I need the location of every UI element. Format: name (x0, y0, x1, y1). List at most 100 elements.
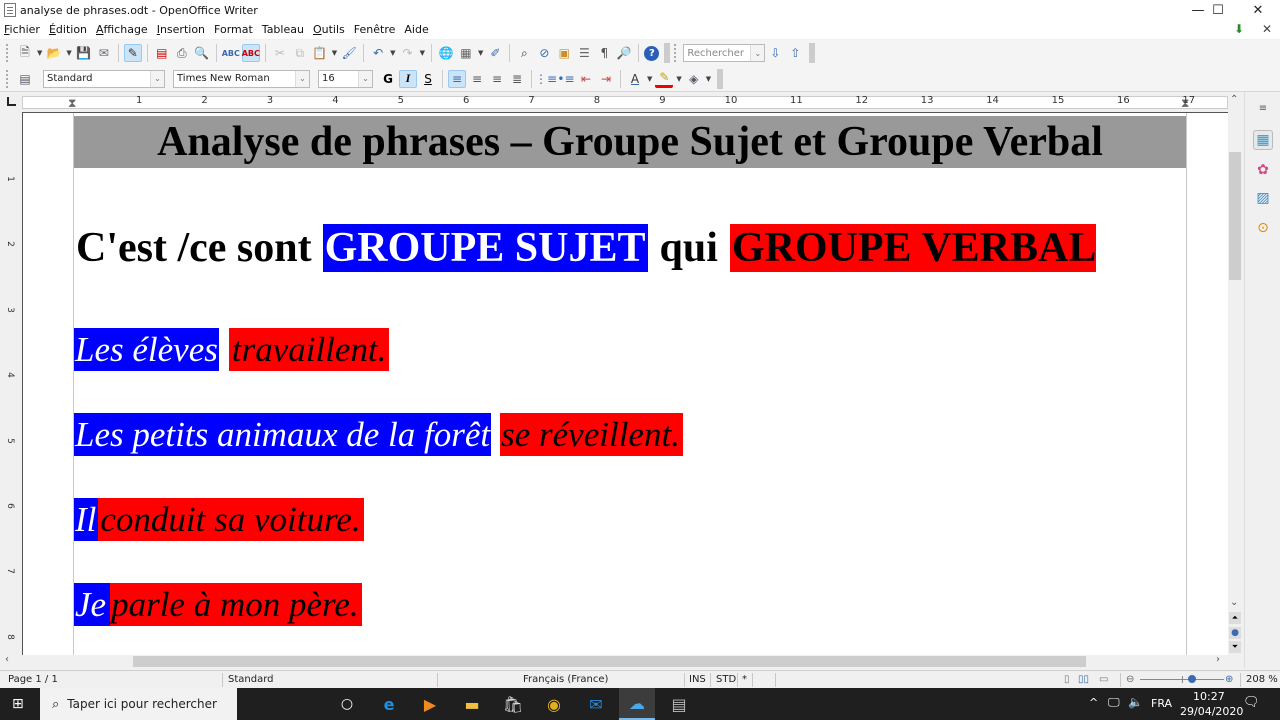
definition-line[interactable]: C'est /ce sont GROUPE SUJET qui GROUPE V… (76, 220, 1097, 276)
gallery-icon[interactable]: ▨ (1253, 188, 1273, 208)
bold-button[interactable]: G (379, 70, 397, 88)
store-icon[interactable]: 🛍 (501, 692, 525, 716)
font-size-select[interactable]: 16 ⌄ (318, 69, 373, 88)
chevron-down-icon[interactable]: ⌄ (358, 70, 372, 87)
redo-icon[interactable]: ↷ (399, 44, 417, 62)
windows-start-icon[interactable]: ⊞ (12, 696, 24, 712)
cut-icon[interactable]: ✂ (271, 44, 289, 62)
redo-dropdown-arrow[interactable]: ▼ (420, 49, 425, 57)
horizontal-scroll-thumb[interactable] (133, 656, 1086, 667)
align-right-icon[interactable]: ≡ (488, 70, 506, 88)
taskbar-search[interactable]: ⌕ Taper ici pour rechercher (40, 688, 237, 720)
sentence[interactable]: Les élèves travaillent. (74, 328, 390, 371)
scroll-down-icon[interactable]: ⌄ (1230, 597, 1238, 608)
help-icon[interactable]: ? (644, 45, 660, 61)
menu-tableau[interactable]: Tableau (262, 23, 304, 36)
mail-icon[interactable]: ✉ (584, 692, 608, 716)
page-style[interactable]: Standard (228, 674, 274, 685)
sentence[interactable]: Je parle à mon père. (74, 583, 362, 626)
undo-dropdown-arrow[interactable]: ▼ (390, 49, 395, 57)
align-center-icon[interactable]: ≡ (468, 70, 486, 88)
menu-affichage[interactable]: Affichage (96, 23, 148, 36)
page-preview-icon[interactable]: 🔍 (193, 44, 211, 62)
chrome-icon[interactable]: ◉ (542, 692, 566, 716)
file-explorer-icon[interactable]: ▬ (460, 692, 484, 716)
selection-mode[interactable]: STD (716, 674, 736, 685)
menu-outils[interactable]: Outils (313, 23, 345, 36)
horizontal-scrollbar[interactable]: ‹ › (0, 654, 1244, 668)
sentence[interactable]: Il conduit sa voiture. (74, 498, 364, 541)
spellcheck-icon[interactable]: ABC (222, 44, 240, 62)
zoom-slider-knob[interactable] (1188, 675, 1197, 683)
toolbar-overflow[interactable] (664, 43, 671, 63)
background-color-icon[interactable]: ◈ (685, 70, 703, 88)
scroll-right-icon[interactable]: › (1216, 654, 1220, 665)
properties-icon[interactable]: ▦ (1253, 130, 1273, 150)
find-replace-icon[interactable]: ⌕ (515, 44, 533, 62)
document-canvas[interactable]: Analyse de phrases – Groupe Sujet et Gro… (22, 112, 1228, 655)
previous-page-icon[interactable]: ⏶ (1229, 612, 1241, 624)
bullets-icon[interactable]: •≡ (557, 70, 575, 88)
new-document-icon[interactable]: 🗎 (16, 44, 34, 62)
single-page-view-icon[interactable]: ▯ (1064, 674, 1070, 685)
toolbar-overflow[interactable] (717, 68, 724, 89)
vertical-ruler[interactable]: 1 2 3 4 5 6 7 8 (0, 112, 22, 655)
open-dropdown-arrow[interactable]: ▼ (66, 49, 71, 57)
update-available-icon[interactable]: ⬇ (1234, 22, 1244, 36)
email-icon[interactable]: ✉ (95, 44, 113, 62)
find-next-icon[interactable]: ⇩ (766, 44, 784, 62)
styles-formatting-icon[interactable]: ▤ (16, 70, 34, 88)
clock-date[interactable]: 29/04/2020 (1180, 705, 1243, 718)
insert-mode[interactable]: INS (689, 674, 706, 685)
paste-icon[interactable]: 📋 (311, 44, 329, 62)
tab-type-icon[interactable] (7, 97, 16, 106)
navigation-icon[interactable]: ● (1229, 627, 1241, 639)
paste-dropdown-arrow[interactable]: ▼ (332, 49, 337, 57)
font-color-dropdown-arrow[interactable]: ▼ (647, 75, 652, 83)
cortana-icon[interactable]: ○ (335, 692, 359, 716)
app-taskbar-icon[interactable]: ▤ (667, 692, 691, 716)
open-folder-icon[interactable]: 📂 (45, 44, 63, 62)
input-language[interactable]: FRA (1151, 697, 1172, 710)
multi-page-view-icon[interactable]: ▯▯ (1078, 674, 1089, 685)
increase-indent-icon[interactable]: ⇥ (597, 70, 615, 88)
background-color-dropdown-arrow[interactable]: ▼ (706, 75, 711, 83)
zoom-level[interactable]: 208 % (1246, 674, 1278, 685)
horizontal-ruler[interactable]: ⧗ ⧗ 1 2 3 4 5 6 7 8 9 10 11 12 13 14 15 16 17 (0, 92, 1240, 112)
toolbar-grip[interactable] (674, 44, 677, 62)
paragraph-style-select[interactable]: Standard ⌄ (43, 69, 165, 88)
copy-icon[interactable]: ⧉ (291, 44, 309, 62)
document-heading[interactable]: Analyse de phrases – Groupe Sujet et Gro… (74, 116, 1186, 168)
undo-icon[interactable]: ↶ (369, 44, 387, 62)
zoom-icon[interactable]: 🔎 (615, 44, 633, 62)
shadow-button[interactable]: S (419, 70, 437, 88)
navigator-icon[interactable]: ⊘ (535, 44, 553, 62)
volume-icon[interactable]: 🔈 (1128, 695, 1143, 709)
zoom-in-icon[interactable]: ⊕ (1225, 674, 1233, 685)
menu-aide[interactable]: Aide (404, 23, 428, 36)
draw-functions-icon[interactable]: ✐ (486, 44, 504, 62)
media-player-icon[interactable]: ▶ (418, 692, 442, 716)
chevron-down-icon[interactable]: ⌄ (150, 70, 164, 87)
nonprinting-chars-icon[interactable]: ¶ (595, 44, 613, 62)
gallery-icon[interactable]: ▣ (555, 44, 573, 62)
book-view-icon[interactable]: ▭ (1099, 674, 1108, 685)
font-color-icon[interactable]: A (626, 70, 644, 88)
data-sources-icon[interactable]: ☰ (575, 44, 593, 62)
vertical-scroll-thumb[interactable] (1229, 152, 1241, 280)
toolbar-grip[interactable] (6, 44, 9, 62)
hyperlink-icon[interactable]: 🌐 (437, 44, 455, 62)
menu-fichier[interactable]: Fichier (4, 23, 40, 36)
find-previous-icon[interactable]: ⇧ (786, 44, 804, 62)
chevron-down-icon[interactable]: ⌄ (750, 45, 765, 61)
language-status[interactable]: Français (France) (523, 674, 608, 685)
menu-insertion[interactable]: Insertion (157, 23, 205, 36)
sidebar-menu-icon[interactable]: ≡ (1253, 98, 1273, 118)
highlight-dropdown-arrow[interactable]: ▼ (676, 75, 681, 83)
indent-marker-icon[interactable]: ⧗ (68, 96, 76, 111)
numbering-icon[interactable]: ⋮≡ (535, 70, 557, 88)
edit-mode-icon[interactable]: ✎ (123, 44, 142, 62)
close-document-button[interactable]: ✕ (1262, 22, 1272, 36)
notifications-icon[interactable]: 🗨 (1243, 695, 1260, 710)
table-icon[interactable]: ▦ (457, 44, 475, 62)
